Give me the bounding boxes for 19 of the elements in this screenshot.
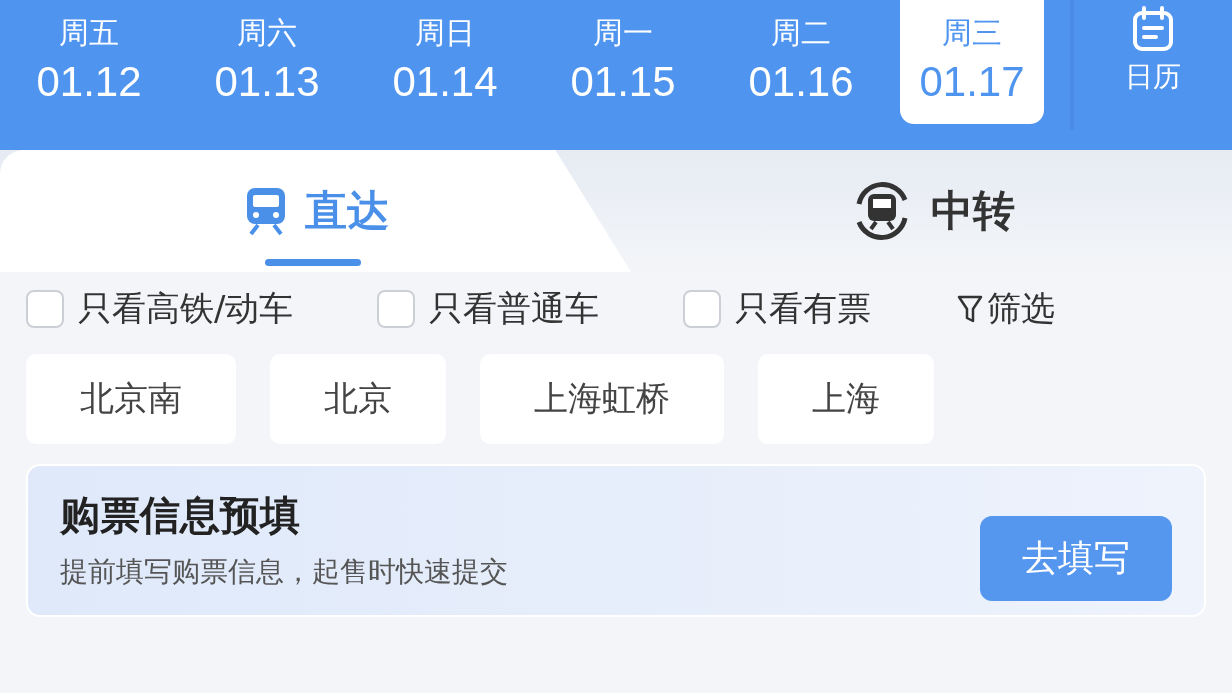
checkbox[interactable] xyxy=(683,290,722,328)
station-chip[interactable]: 上海 xyxy=(758,354,934,444)
filter-button[interactable]: 筛选 xyxy=(957,286,1056,332)
tab[interactable]: 中转 xyxy=(631,150,1232,272)
calendar-icon xyxy=(1131,6,1175,52)
checkbox[interactable] xyxy=(377,290,416,328)
filter-checkbox[interactable]: 只看普通车 xyxy=(377,286,600,332)
checkbox-label: 只看有票 xyxy=(735,287,872,330)
checkbox-label: 只看高铁/动车 xyxy=(78,287,294,330)
card-title: 购票信息预填 xyxy=(60,491,301,540)
checkbox-label: 只看普通车 xyxy=(429,287,600,330)
station-chip[interactable]: 北京南 xyxy=(26,354,236,444)
station-chip[interactable]: 上海虹桥 xyxy=(480,354,724,444)
station-chip[interactable]: 北京 xyxy=(270,354,446,444)
filter-icon xyxy=(957,294,984,324)
card-subtitle: 提前填写购票信息，起售时快速提交 xyxy=(60,554,508,590)
checkbox[interactable] xyxy=(26,290,64,328)
filter-checkbox[interactable]: 只看高铁/动车 xyxy=(26,286,294,332)
filter-checkbox[interactable]: 只看有票 xyxy=(683,286,872,332)
